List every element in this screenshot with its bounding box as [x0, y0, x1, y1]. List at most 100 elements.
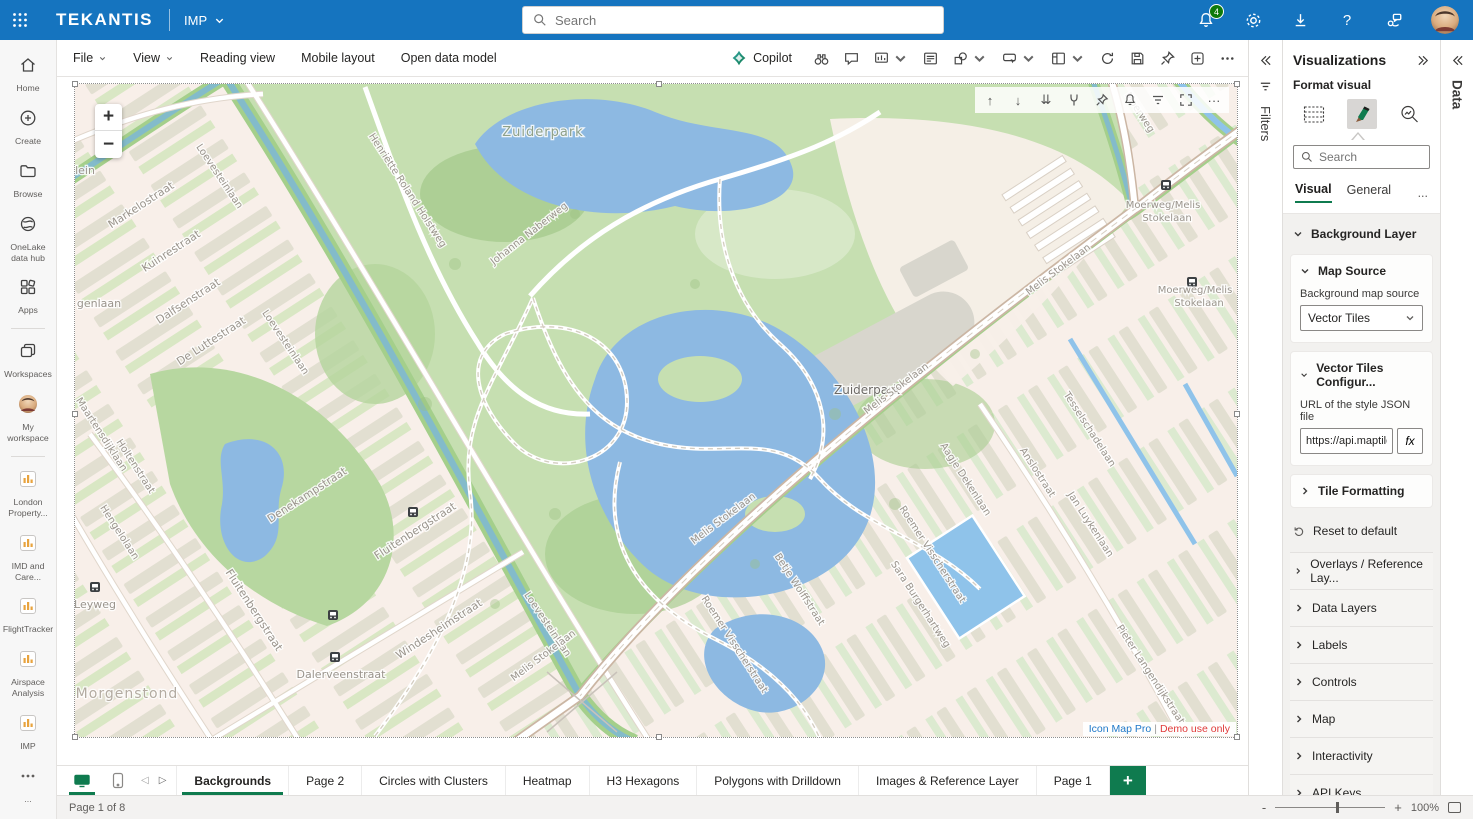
workspace-switcher[interactable]: IMP — [184, 13, 225, 28]
page-tab-images-reference-layer[interactable]: Images & Reference Layer — [859, 766, 1037, 795]
focus-mode-icon[interactable] — [1174, 89, 1198, 111]
resize-handle[interactable] — [72, 734, 78, 740]
sidebar-item-my-workspace[interactable]: My workspace — [1, 387, 55, 451]
desktop-view-button[interactable] — [69, 766, 95, 795]
notifications-button[interactable]: 4 — [1196, 10, 1216, 30]
page-tab-h3-hexagons[interactable]: H3 Hexagons — [590, 766, 698, 795]
format-tabs-more[interactable]: ... — [1418, 186, 1428, 200]
pin-button[interactable] — [1159, 50, 1176, 67]
user-avatar[interactable] — [1431, 6, 1459, 34]
drill-down-icon[interactable]: ↓ — [1006, 89, 1030, 111]
sidebar-item-more[interactable]: ... — [1, 759, 55, 812]
section-labels[interactable]: Labels — [1290, 627, 1433, 664]
page-layout-button[interactable] — [1050, 50, 1086, 67]
tab-visual[interactable]: Visual — [1295, 182, 1332, 203]
resize-handle[interactable] — [656, 734, 662, 740]
sidebar-item-home[interactable]: Home — [1, 48, 55, 101]
map-canvas[interactable]: ZuiderparkleinMarkelostraatKuinrestraatD… — [75, 84, 1237, 737]
alert-icon[interactable] — [1118, 89, 1142, 111]
more-options-icon[interactable]: ··· — [1202, 89, 1226, 111]
section-api-keys[interactable]: API Keys — [1290, 775, 1433, 795]
tab-general[interactable]: General — [1347, 183, 1391, 202]
resize-handle[interactable] — [656, 81, 662, 87]
resize-handle[interactable] — [72, 411, 78, 417]
sidebar-item-flighttracker[interactable]: FlightTracker — [1, 589, 55, 642]
new-visual-button[interactable] — [873, 50, 909, 67]
section-map[interactable]: Map — [1290, 701, 1433, 738]
sidebar-item-power-bi[interactable]: Power BI — [1, 812, 55, 819]
section-overlays-reference-lay[interactable]: Overlays / Reference Lay... — [1290, 553, 1433, 590]
page-tab-page-2[interactable]: Page 2 — [289, 766, 362, 795]
help-button[interactable]: ? — [1337, 10, 1357, 30]
expand-all-icon[interactable] — [1062, 89, 1086, 111]
icon-map-visual[interactable]: ZuiderparkleinMarkelostraatKuinrestraatD… — [75, 84, 1237, 737]
tile-formatting-header[interactable]: Tile Formatting — [1300, 484, 1423, 498]
save-button[interactable] — [1129, 50, 1146, 67]
resize-handle[interactable] — [1234, 734, 1240, 740]
prev-page-icon[interactable]: ◁ — [141, 775, 149, 786]
feedback-button[interactable] — [1384, 10, 1404, 30]
map-attribution[interactable]: Icon Map Pro|Demo use only — [1083, 722, 1236, 736]
sidebar-item-workspaces[interactable]: Workspaces — [1, 334, 55, 387]
page-tab-backgrounds[interactable]: Backgrounds — [177, 766, 289, 795]
zoom-out-icon[interactable]: - — [1262, 800, 1266, 815]
shapes-button[interactable] — [952, 50, 988, 67]
menu-item-mobile-layout[interactable]: Mobile layout — [301, 51, 375, 65]
zoom-in-icon[interactable]: + — [1394, 800, 1402, 815]
next-page-icon[interactable]: ▷ — [159, 775, 167, 786]
sidebar-item-imd-and-care[interactable]: IMD and Care... — [1, 526, 55, 590]
drill-up-icon[interactable]: ↑ — [978, 89, 1002, 111]
map-source-header[interactable]: Map Source — [1300, 264, 1423, 278]
resize-handle[interactable] — [1234, 81, 1240, 87]
sidebar-item-imp[interactable]: IMP — [1, 706, 55, 759]
attribution-icon-map-pro[interactable]: Icon Map Pro — [1089, 723, 1151, 735]
fit-to-page-icon[interactable] — [1448, 802, 1461, 813]
global-search[interactable] — [522, 6, 944, 34]
mobile-view-button[interactable] — [105, 766, 131, 795]
sidebar-item-london-property[interactable]: London Property... — [1, 462, 55, 526]
page-tab-polygons-with-drilldown[interactable]: Polygons with Drilldown — [697, 766, 859, 795]
pin-visual-icon[interactable] — [1090, 89, 1114, 111]
download-button[interactable] — [1290, 10, 1310, 30]
sidebar-item-airspace-analysis[interactable]: Airspace Analysis — [1, 642, 55, 706]
zoom-out-button[interactable]: − — [95, 131, 122, 158]
sidebar-item-apps[interactable]: Apps — [1, 270, 55, 323]
format-search[interactable] — [1293, 145, 1430, 169]
zoom-slider-thumb[interactable] — [1336, 802, 1339, 813]
filter-icon[interactable] — [1146, 89, 1170, 111]
vector-tiles-header[interactable]: Vector Tiles Configur... — [1300, 361, 1423, 389]
go-to-next-level-icon[interactable]: ⇊ — [1034, 89, 1058, 111]
reset-to-default-button[interactable]: Reset to default — [1290, 516, 1433, 546]
collapse-pane-icon[interactable] — [1417, 54, 1430, 67]
search-input[interactable] — [555, 13, 933, 28]
attribution-demo[interactable]: Demo use only — [1160, 723, 1230, 735]
menu-item-view[interactable]: View — [133, 51, 174, 65]
menu-item-file[interactable]: File — [73, 51, 107, 65]
format-visual-icon[interactable] — [1347, 99, 1377, 129]
menu-item-reading-view[interactable]: Reading view — [200, 51, 275, 65]
section-interactivity[interactable]: Interactivity — [1290, 738, 1433, 775]
section-controls[interactable]: Controls — [1290, 664, 1433, 701]
waffle-menu-icon[interactable] — [0, 0, 40, 40]
brand-logo[interactable]: TEKANTIS — [56, 10, 153, 30]
resize-handle[interactable] — [72, 81, 78, 87]
sidebar-item-create[interactable]: Create — [1, 101, 55, 154]
text-box-button[interactable] — [922, 50, 939, 67]
expand-data-icon[interactable] — [1451, 54, 1464, 67]
settings-button[interactable] — [1243, 10, 1263, 30]
build-visual-icon[interactable] — [1299, 99, 1329, 129]
fx-conditional-format-button[interactable]: fx — [1397, 428, 1423, 454]
menu-item-open-data-model[interactable]: Open data model — [401, 51, 497, 65]
background-map-source-dropdown[interactable]: Vector Tiles — [1300, 305, 1423, 331]
data-pane-title[interactable]: Data — [1450, 80, 1465, 109]
page-tab-page-1[interactable]: Page 1 — [1037, 766, 1110, 795]
filters-pane-title[interactable]: Filters — [1258, 106, 1273, 141]
sidebar-item-browse[interactable]: Browse — [1, 154, 55, 207]
apps-publish-button[interactable] — [1189, 50, 1206, 67]
filter-icon[interactable] — [1259, 80, 1272, 93]
comment-button[interactable] — [843, 50, 860, 67]
zoom-slider[interactable] — [1275, 807, 1385, 808]
copilot-button[interactable]: Copilot — [731, 50, 792, 66]
format-search-input[interactable] — [1319, 150, 1422, 164]
page-tab-heatmap[interactable]: Heatmap — [506, 766, 590, 795]
